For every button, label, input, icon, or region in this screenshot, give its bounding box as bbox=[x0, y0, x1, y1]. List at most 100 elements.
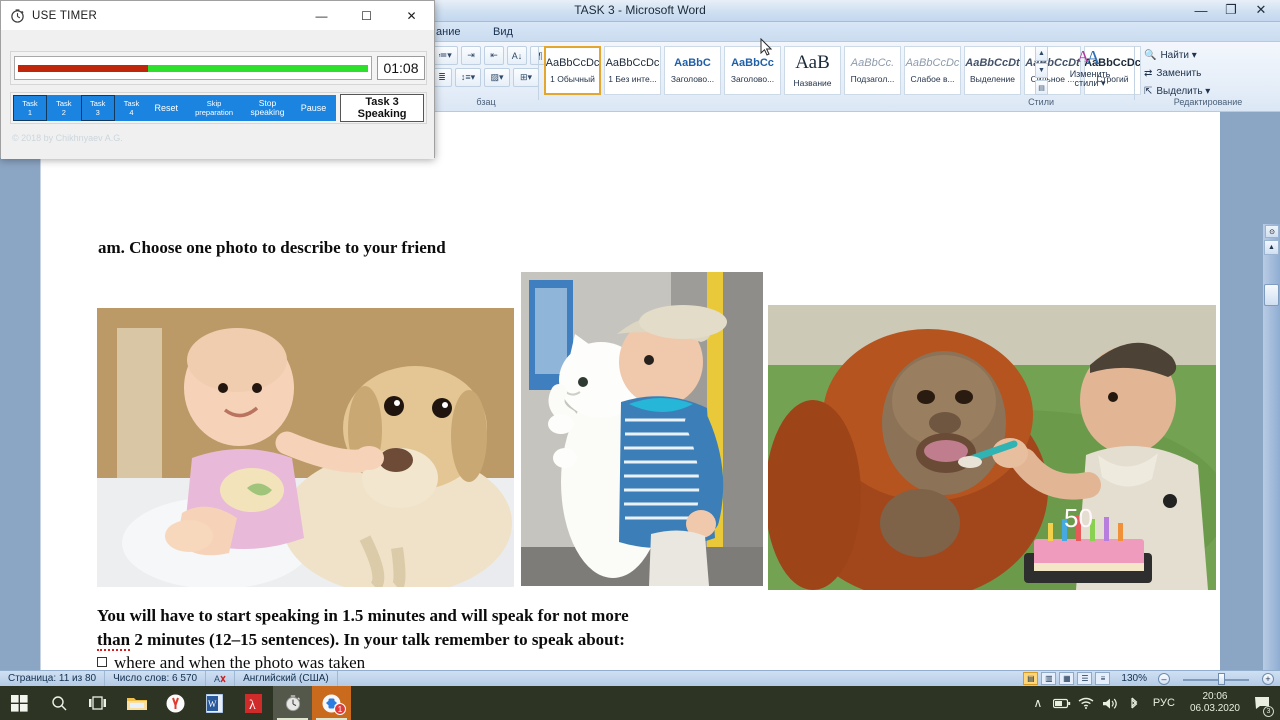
view-web-layout-button[interactable]: ▦ bbox=[1059, 672, 1075, 685]
style-item-no-spacing[interactable]: AaBbCcDc 1 Без инте... bbox=[604, 46, 661, 95]
zoom-in-button[interactable]: + bbox=[1262, 672, 1274, 685]
task-3-label-1: Task bbox=[89, 99, 106, 108]
status-page[interactable]: Страница: 11 из 80 bbox=[0, 670, 106, 687]
zoom-slider[interactable] bbox=[1173, 672, 1259, 685]
borders-button[interactable]: ⊞▾ bbox=[513, 68, 539, 87]
timer-title-bar[interactable]: USE TIMER — ☐ ✕ bbox=[1, 1, 434, 30]
decrease-indent-button[interactable]: ⇥ bbox=[461, 46, 481, 65]
search-button[interactable] bbox=[39, 686, 78, 720]
shading-button[interactable]: ▨▾ bbox=[484, 68, 510, 87]
timer-window-controls: — ☐ ✕ bbox=[299, 1, 434, 30]
align-justify-button[interactable]: ≣ bbox=[432, 68, 452, 87]
volume-icon[interactable] bbox=[1098, 686, 1122, 720]
stop-speaking-button[interactable]: Stop speaking bbox=[244, 95, 291, 121]
zoom-slider-knob[interactable] bbox=[1218, 672, 1225, 685]
pause-button[interactable]: Pause bbox=[290, 95, 337, 121]
status-language[interactable]: Английский (США) bbox=[235, 670, 338, 687]
task-3-button[interactable]: Task 3 bbox=[80, 95, 115, 121]
timer-close-button[interactable]: ✕ bbox=[389, 1, 434, 30]
use-timer-taskbar-button[interactable] bbox=[273, 686, 312, 720]
reset-button[interactable]: Reset bbox=[148, 95, 185, 121]
messenger-taskbar-button[interactable]: 1 bbox=[312, 686, 351, 720]
style-item-title[interactable]: АаВ Название bbox=[784, 46, 841, 95]
wifi-icon[interactable] bbox=[1074, 686, 1098, 720]
tab-view[interactable]: Вид bbox=[487, 24, 519, 40]
tray-language-indicator[interactable]: РУС bbox=[1146, 686, 1182, 720]
timer-progress-panel: 01:08 bbox=[10, 51, 427, 85]
pdf-icon: λ bbox=[245, 693, 262, 713]
skip-preparation-button[interactable]: Skip preparation bbox=[184, 95, 245, 121]
gallery-scroll-up-icon[interactable]: ▲ bbox=[1035, 46, 1048, 61]
tray-clock[interactable]: 20:06 06.03.2020 bbox=[1182, 686, 1248, 720]
status-proofing-icon[interactable]: A bbox=[206, 670, 236, 687]
style-name: Заголово... bbox=[730, 73, 775, 84]
acrobat-reader-button[interactable]: λ bbox=[234, 686, 273, 720]
gallery-more-icon[interactable]: ▤ bbox=[1035, 80, 1048, 95]
document-vertical-scrollbar[interactable]: ⊙ ▲ ▼ ⏶ ⬤ ⏷ bbox=[1263, 224, 1280, 720]
bluetooth-icon[interactable] bbox=[1122, 686, 1146, 720]
status-word-count[interactable]: Число слов: 6 570 bbox=[105, 670, 207, 687]
select-browse-object-icon[interactable]: ⊙ bbox=[1265, 225, 1279, 238]
file-explorer-button[interactable] bbox=[117, 686, 156, 720]
find-label: Найти ▾ bbox=[1160, 49, 1197, 61]
task-view-button[interactable] bbox=[78, 686, 117, 720]
styles-gallery-scroll[interactable]: ▲ ▼ ▤ bbox=[1035, 46, 1048, 95]
zoom-out-button[interactable]: – bbox=[1158, 672, 1170, 685]
battery-icon[interactable] bbox=[1050, 686, 1074, 720]
notification-badge: 3 bbox=[1263, 706, 1274, 717]
sort-button[interactable]: A↓ bbox=[507, 46, 527, 65]
view-full-screen-button[interactable]: ▥ bbox=[1041, 672, 1057, 685]
action-center-button[interactable]: 3 bbox=[1248, 686, 1276, 720]
line-spacing-button[interactable]: ↕≡▾ bbox=[455, 68, 481, 87]
view-print-layout-button[interactable]: ▤ bbox=[1023, 672, 1039, 685]
word-close-button[interactable]: ✕ bbox=[1246, 0, 1276, 20]
style-item-subtitle[interactable]: AaBbCc. Подзагол... bbox=[844, 46, 901, 95]
view-outline-button[interactable]: ☰ bbox=[1077, 672, 1093, 685]
word-status-bar: Страница: 11 из 80 Число слов: 6 570 A А… bbox=[0, 670, 1280, 687]
photo-orangutan-birthday[interactable]: 50 bbox=[768, 305, 1216, 590]
yandex-browser-button[interactable] bbox=[156, 686, 195, 720]
timer-minimize-button[interactable]: — bbox=[299, 1, 344, 30]
gallery-scroll-down-icon[interactable]: ▼ bbox=[1035, 63, 1048, 78]
photo-boy-and-cat[interactable] bbox=[521, 272, 763, 586]
timer-state-line-2: Speaking bbox=[357, 108, 407, 120]
timer-progress-fill bbox=[18, 64, 368, 72]
start-button[interactable] bbox=[0, 686, 39, 720]
view-draft-button[interactable]: ≡ bbox=[1095, 672, 1111, 685]
messenger-badge: 1 bbox=[334, 703, 346, 715]
scrollbar-thumb[interactable] bbox=[1264, 284, 1279, 306]
zoom-level[interactable]: 130% bbox=[1113, 671, 1155, 687]
body-line-2: than 2 minutes (12–15 sentences). In you… bbox=[97, 628, 1197, 652]
task-2-button[interactable]: Task 2 bbox=[46, 95, 81, 121]
style-item-heading-1[interactable]: AaBbC Заголово... bbox=[664, 46, 721, 95]
mouse-cursor bbox=[760, 38, 772, 56]
style-item-emphasis[interactable]: AaBbCcDt Выделение bbox=[964, 46, 1021, 95]
task-4-button[interactable]: Task 4 bbox=[114, 95, 149, 121]
change-styles-button[interactable]: A A Изменить стили ▾ bbox=[1054, 45, 1126, 97]
zoom-slider-track bbox=[1183, 678, 1249, 681]
replace-button[interactable]: ⇄ Заменить bbox=[1144, 65, 1201, 81]
scroll-up-icon[interactable]: ▲ bbox=[1264, 240, 1279, 255]
word-maximize-button[interactable]: ❐ bbox=[1216, 0, 1246, 20]
find-button[interactable]: 🔍 Найти ▾ bbox=[1144, 47, 1197, 63]
task-1-label-2: 1 bbox=[27, 108, 33, 117]
increase-indent-button[interactable]: ⇤ bbox=[484, 46, 504, 65]
multilevel-list-button[interactable]: ≔▾ bbox=[432, 46, 458, 65]
task-1-button[interactable]: Task 1 bbox=[13, 95, 47, 121]
style-preview: AaBbCcDc bbox=[905, 57, 960, 70]
timer-maximize-button[interactable]: ☐ bbox=[344, 1, 389, 30]
style-item-heading-2[interactable]: AaBbCc Заголово... bbox=[724, 46, 781, 95]
document-page[interactable]: аm. Choose one photo to describe to your… bbox=[40, 112, 1220, 719]
photo-baby-and-dog[interactable] bbox=[97, 308, 514, 587]
windows-logo-icon bbox=[11, 694, 28, 712]
word-taskbar-button[interactable]: W bbox=[195, 686, 234, 720]
word-minimize-button[interactable]: — bbox=[1186, 0, 1216, 20]
use-timer-window[interactable]: USE TIMER — ☐ ✕ 01:08 Task 1 Task 2 Task… bbox=[0, 0, 435, 159]
style-item-subtle-emphasis[interactable]: AaBbCcDc Слабое в... bbox=[904, 46, 961, 95]
timer-body: 01:08 Task 1 Task 2 Task 3 Task 4 Reset Skip… bbox=[1, 30, 434, 159]
tray-expand-chevron-icon[interactable]: ∧ bbox=[1026, 686, 1050, 720]
folder-icon bbox=[126, 697, 147, 710]
tab-review[interactable]: ание bbox=[430, 24, 466, 40]
style-item-normal[interactable]: AaBbCcDc 1 Обычный bbox=[544, 46, 601, 95]
document-area[interactable]: аm. Choose one photo to describe to your… bbox=[0, 112, 1280, 720]
